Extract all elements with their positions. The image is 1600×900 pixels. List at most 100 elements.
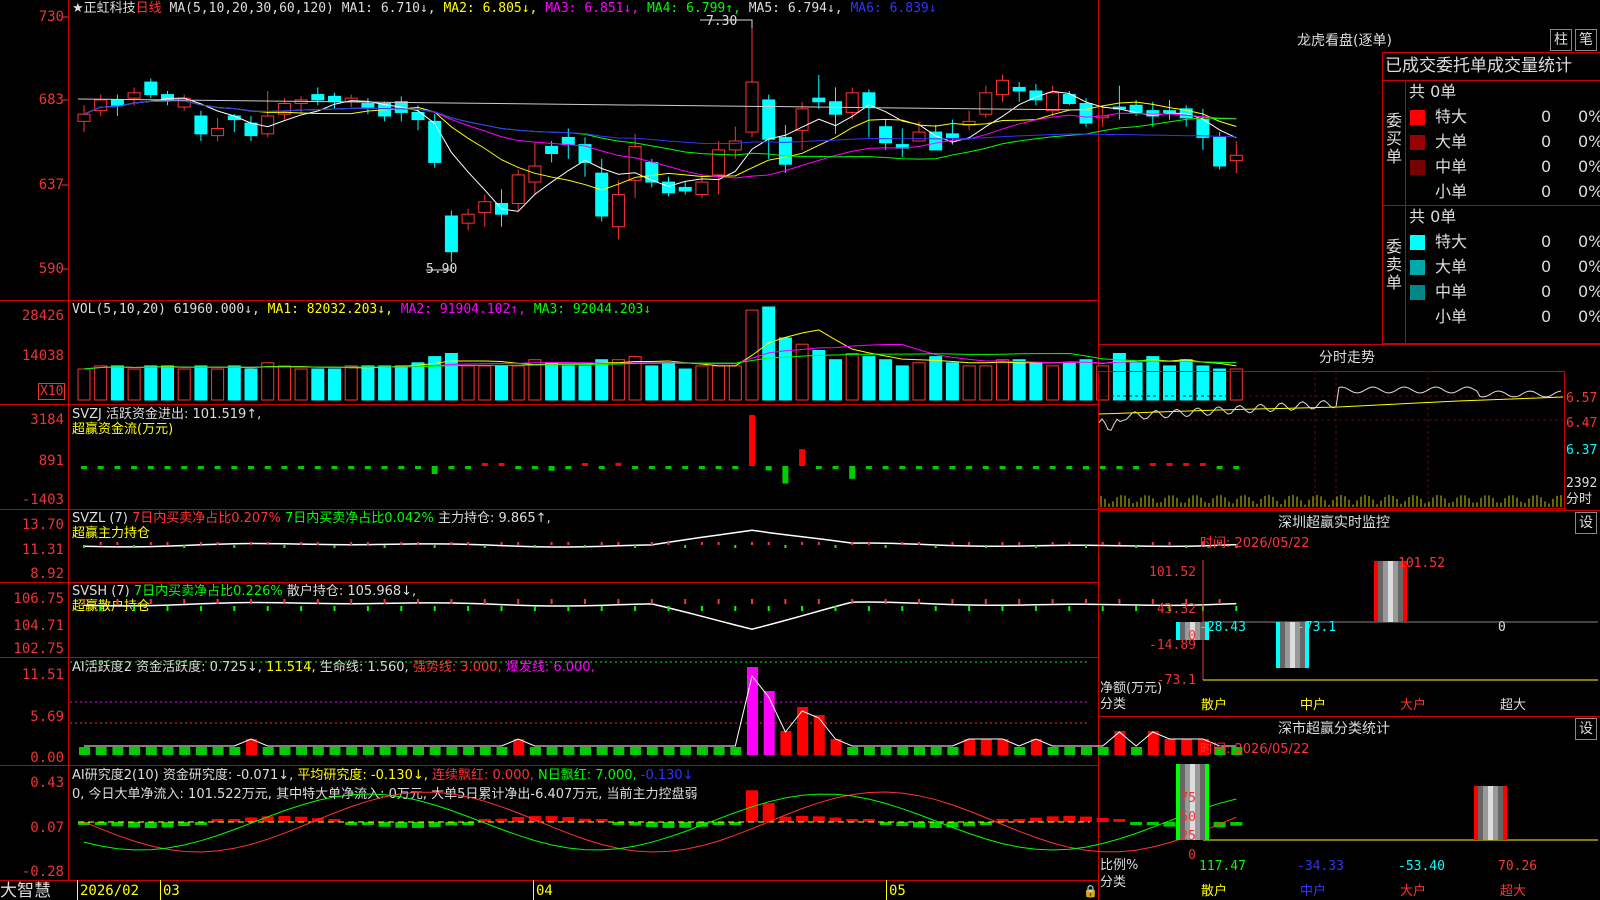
ai1-chart[interactable] [0,657,1243,765]
sz-value: 101.52 [1398,556,1445,571]
activity-bar [429,747,441,755]
holding-tick [567,542,570,545]
fs-vol-unit: 分时 [1566,492,1593,507]
flow-bar [231,466,238,469]
flow-bar [331,466,338,469]
bar-mode-button[interactable]: 柱 [1550,29,1572,51]
svzl-chart[interactable] [0,509,1238,582]
research-bar [1080,816,1092,822]
holding-tick [350,542,353,545]
holding-tick [366,542,369,545]
sell-color-swatch [1410,310,1425,325]
buy-row-percent: 0% [1578,132,1600,151]
sz-cat: 中户 [1300,698,1327,713]
candle-body [745,81,759,133]
flow-bar [799,449,806,466]
sz-axis-label: 净额(万元) [1100,681,1163,696]
activity-bar [212,747,224,755]
holding-tick [450,599,453,604]
volume-bar [595,359,609,401]
ma20-line [83,100,1237,179]
buy-color-swatch [1410,160,1425,175]
activity-bar [763,691,775,755]
holding-tick [617,542,620,545]
holding-tick [500,542,503,545]
research-bar [629,822,642,826]
holding-tick [417,599,419,604]
volume-bar [511,365,525,401]
activity-bar [613,747,625,755]
cl-bar-stripe [1498,786,1503,840]
flow-bar [415,466,421,469]
research-bar [395,822,408,828]
holding-tick [283,599,286,604]
volume-bar [712,365,726,401]
flow-bar [749,415,755,466]
volume-bar [795,343,809,401]
research-bar [896,822,909,827]
buy-row-value: 0 [1541,132,1552,151]
volume-bar [929,356,943,401]
research-bar [428,822,441,828]
sz-y-label: -14.89 [1149,638,1196,653]
research-bar [662,822,675,828]
volume-bar [812,349,826,401]
sell-row-name: 大单 [1435,257,1468,276]
cl-bar [1474,786,1507,840]
holding-tick [717,599,720,604]
buy-color-swatch [1410,135,1425,150]
x-tick [886,880,887,900]
volume-bar [778,337,792,401]
candle-body [511,174,525,205]
candle-body [695,181,709,196]
research-bar [946,822,959,828]
activity-bar [680,747,692,755]
holding-tick [784,545,787,548]
candle-body [461,213,475,224]
sz-value: -28.43 [1199,620,1246,635]
candle-body [561,136,575,146]
flow-bar [214,466,221,469]
ai2-chart[interactable] [0,765,1243,880]
activity-bar [713,747,725,755]
holding-tick [934,606,937,611]
candle-body [996,79,1009,96]
holding-tick [667,606,670,611]
candle-body [244,122,258,137]
holding-tick [517,599,520,604]
research-bar [1029,817,1042,822]
sell-color-swatch [1410,285,1425,300]
cl-bar-stripe [1488,786,1493,840]
volume-bar [495,365,508,401]
activity-bar [596,747,608,755]
sell-row-percent: 0% [1578,257,1600,276]
holding-tick [250,542,252,545]
volume-bar [328,368,341,401]
activity-bar [646,747,658,755]
svzj-chart[interactable] [0,404,1240,509]
svsh-chart[interactable] [0,582,1238,657]
sz-y-label: 43.32 [1156,602,1196,617]
candlestick-chart[interactable] [0,0,1243,300]
buy-row-name: 大单 [1435,132,1468,151]
intraday-chart[interactable] [1098,370,1600,510]
x-tick [533,880,534,900]
sz-cat: 散户 [1201,698,1228,713]
activity-bar [797,707,809,755]
flow-bar [164,466,171,469]
holding-tick [383,545,386,548]
cl-value: 70.26 [1498,859,1538,874]
lock-icon[interactable]: 🔒 [1083,884,1098,898]
volume-bar [127,368,141,401]
sz-bar-stripe [1290,622,1295,668]
research-bar [829,817,842,822]
tick-mode-button[interactable]: 笔 [1575,29,1597,51]
holding-tick [767,542,770,545]
activity-bar [696,747,708,755]
volume-bar [478,365,492,401]
activity-bar [630,747,642,755]
volume-chart[interactable] [0,300,1243,404]
activity-bar [897,747,909,755]
sell-row-name: 特大 [1435,232,1468,251]
holding-tick [684,545,687,548]
